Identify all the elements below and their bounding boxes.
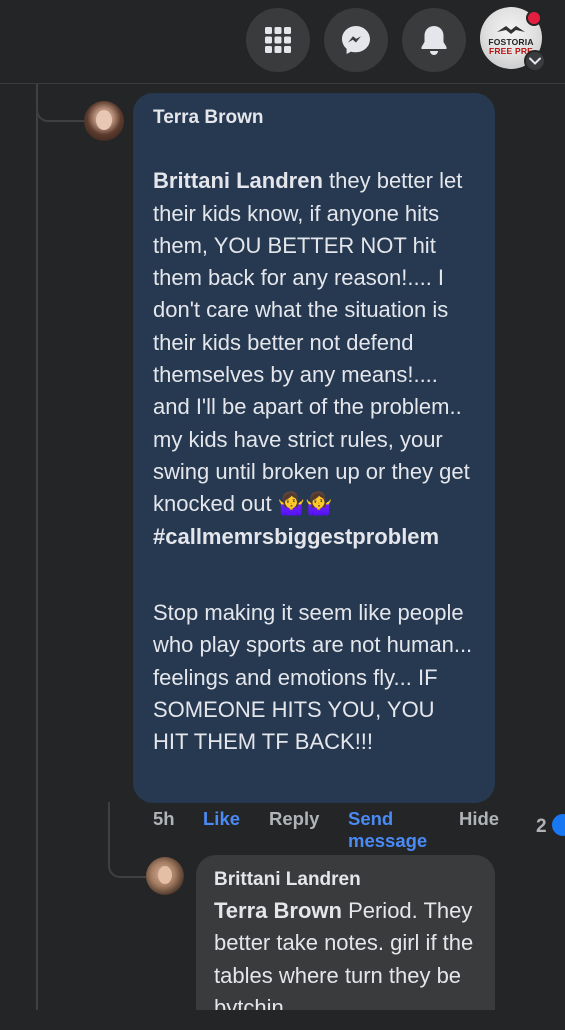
mention-link[interactable]: Brittani Landren — [153, 168, 323, 193]
notifications-bell-icon — [421, 26, 447, 55]
bottom-edge — [0, 1010, 565, 1030]
menu-button[interactable] — [246, 8, 310, 72]
messenger-button[interactable] — [324, 8, 388, 72]
reply-thread-line — [108, 802, 110, 832]
comment-text: Brittani Landren they better let their k… — [153, 133, 475, 791]
send-message-button[interactable]: Send message — [348, 808, 448, 852]
comment-bubble-highlighted: Terra Brown Brittani Landren they better… — [133, 93, 495, 803]
comment-timestamp[interactable]: 5h — [153, 808, 175, 830]
avatar[interactable] — [146, 857, 184, 895]
hashtag-link[interactable]: #callmemrsbiggestproblem — [153, 524, 439, 549]
eagle-logo-icon — [497, 26, 525, 34]
comment-author[interactable]: Brittani Landren — [214, 869, 477, 891]
reaction-count[interactable]: 2 — [536, 816, 547, 838]
comment-body-paragraph-2: Stop making it seem like people who play… — [153, 600, 473, 755]
notification-badge — [526, 10, 542, 26]
account-menu-button[interactable] — [524, 50, 546, 72]
avatar[interactable] — [84, 101, 124, 141]
thread-connector — [36, 84, 84, 122]
menu-grid-icon — [265, 27, 291, 53]
reply-button[interactable]: Reply — [269, 808, 319, 830]
like-button[interactable]: Like — [203, 808, 240, 830]
notifications-button[interactable] — [402, 8, 466, 72]
hide-button[interactable]: Hide — [459, 808, 499, 830]
comment-body: they better let their kids know, if anyo… — [153, 168, 470, 517]
comment-text: Terra Brown Period. They better take not… — [214, 895, 477, 1024]
messenger-icon — [342, 26, 370, 54]
thread-line — [36, 84, 38, 1010]
mention-link[interactable]: Terra Brown — [214, 898, 342, 923]
reply-comment-bubble: Brittani Landren Terra Brown Period. The… — [196, 855, 495, 1030]
comment-actions: 5h Like Reply Send message Hide — [153, 808, 553, 852]
comment-author[interactable]: Terra Brown — [153, 107, 475, 129]
reply-thread-connector — [108, 830, 146, 878]
chevron-down-icon — [529, 57, 541, 65]
top-navigation-bar: FOSTORIA FREE PRE — [0, 0, 565, 84]
